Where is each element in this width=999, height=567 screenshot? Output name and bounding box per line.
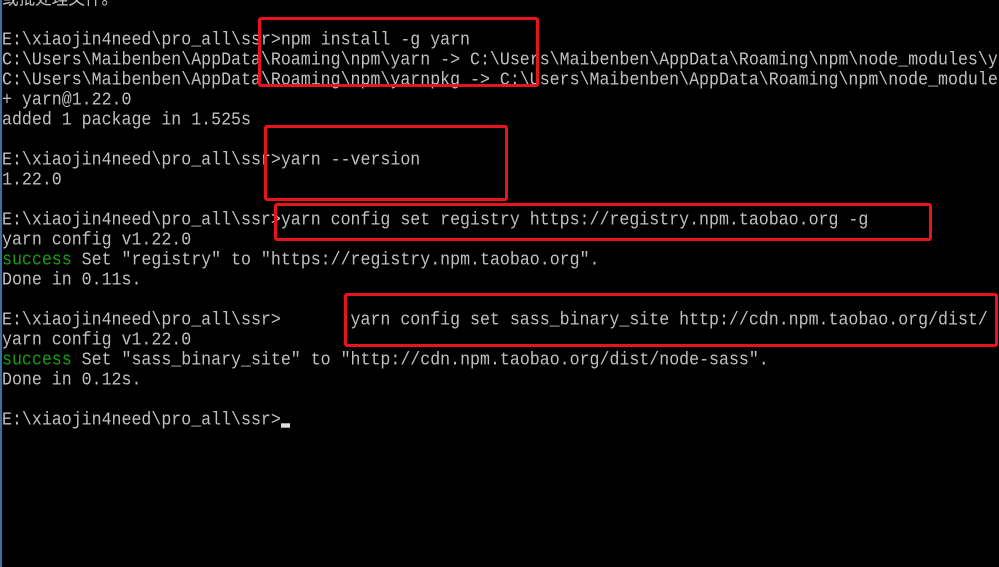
success-label: success [2, 349, 72, 370]
success-label: success [2, 249, 72, 270]
success-message: Set "registry" to "https://registry.npm.… [71, 249, 600, 270]
text-cursor [280, 423, 290, 428]
terminal-line: 或批处理文件。 [2, 0, 118, 11]
terminal-success-line: success Set "registry" to "https://regis… [2, 249, 600, 271]
terminal-line: yarn config v1.22.0 [2, 229, 192, 250]
terminal-prompt[interactable]: E:\xiaojin4need\pro_all\ssr> [2, 409, 290, 431]
terminal-success-line: success Set "sass_binary_site" to "http:… [2, 349, 769, 371]
highlight-box-registry [274, 203, 932, 241]
terminal-line: yarn config v1.22.0 [2, 329, 192, 350]
highlight-box-sass-binary-site [344, 293, 998, 347]
terminal-line: + yarn@1.22.0 [2, 89, 132, 110]
terminal-line: Done in 0.11s. [2, 269, 142, 290]
highlight-box-npm-install [258, 17, 539, 87]
success-message: Set "sass_binary_site" to "http://cdn.np… [71, 349, 769, 370]
terminal-line: 1.22.0 [2, 169, 62, 190]
prompt-text: E:\xiaojin4need\pro_all\ssr> [2, 409, 281, 430]
highlight-box-yarn-version [264, 125, 508, 201]
terminal-line: Done in 0.12s. [2, 369, 142, 390]
terminal-line: added 1 package in 1.525s [2, 109, 251, 130]
